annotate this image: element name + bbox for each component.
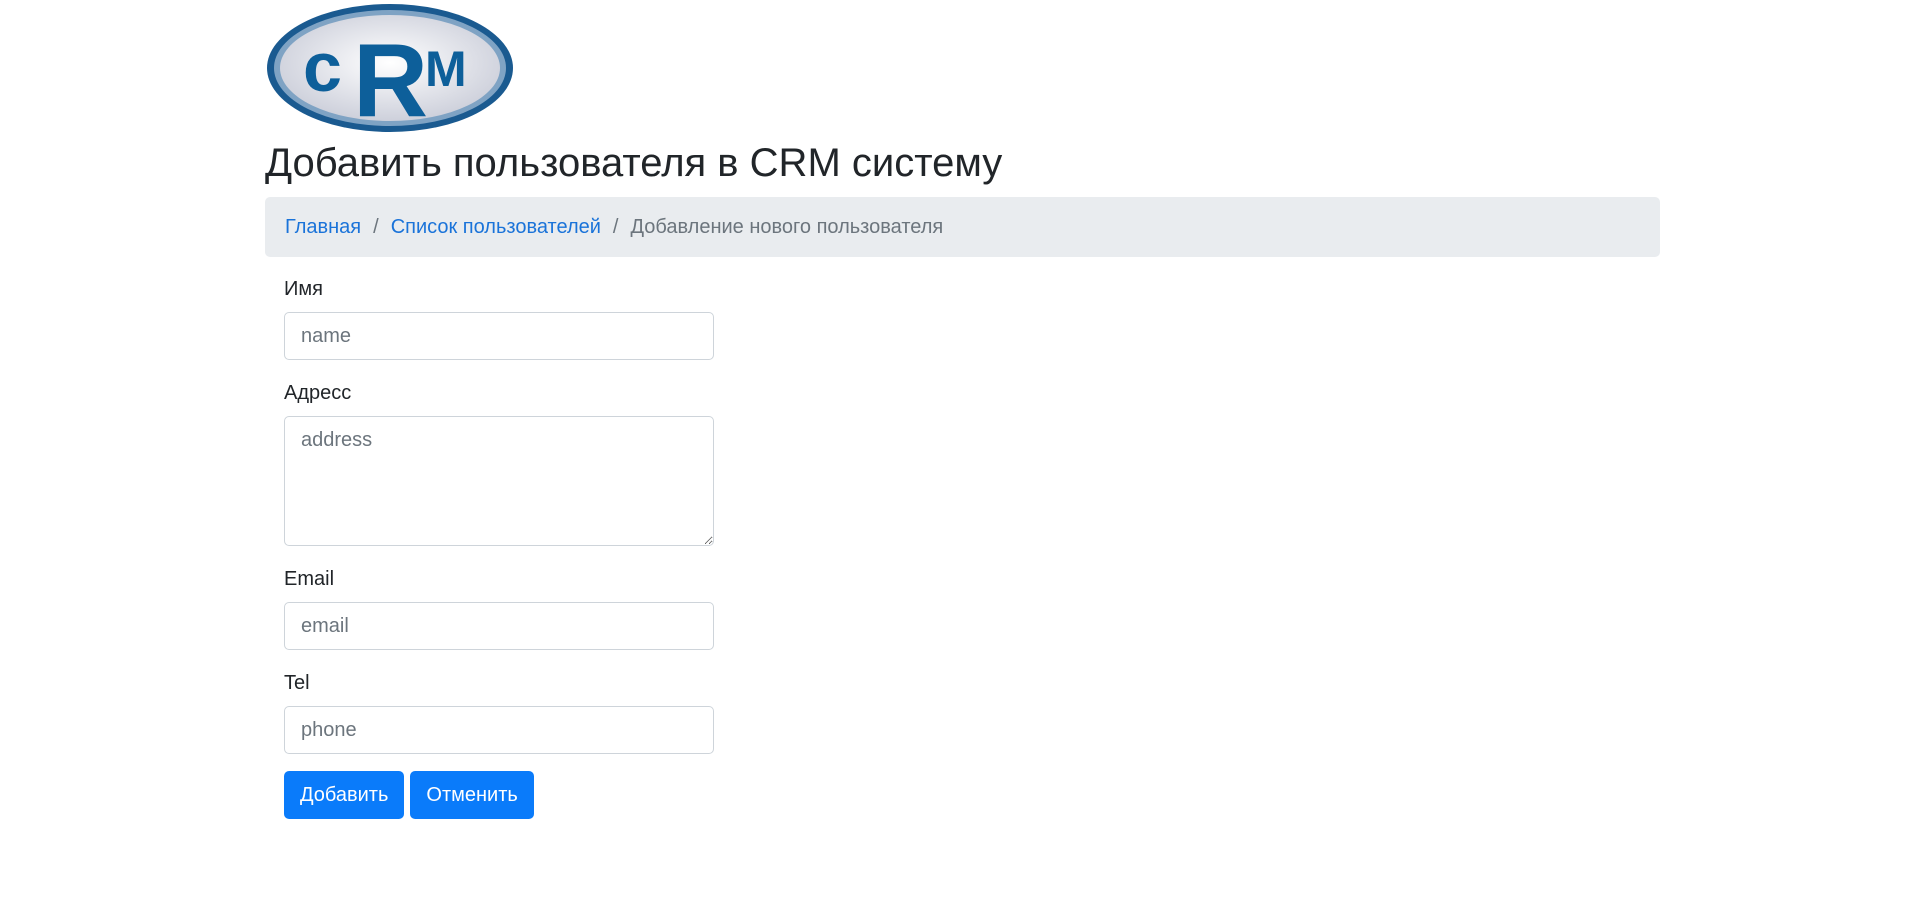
- svg-text:R: R: [353, 23, 428, 135]
- email-label: Email: [284, 568, 335, 590]
- page-container: c R M Добавить пользователя в CRM систем…: [265, 0, 1660, 819]
- svg-text:c: c: [303, 28, 342, 106]
- phone-input[interactable]: [284, 706, 714, 754]
- breadcrumb-users-link[interactable]: Список пользователей: [391, 216, 601, 239]
- breadcrumb-separator: /: [612, 215, 619, 238]
- tel-label: Tel: [284, 672, 310, 694]
- name-group: Имя: [284, 274, 714, 360]
- add-user-form: Имя Адресс Email Tel Добавить Отменить: [284, 274, 714, 819]
- add-button[interactable]: Добавить: [284, 771, 405, 819]
- breadcrumb-current: Добавление нового пользователя: [630, 215, 944, 238]
- address-textarea[interactable]: [284, 416, 714, 546]
- breadcrumb-separator: /: [373, 215, 379, 238]
- address-label: Адресс: [284, 382, 352, 404]
- page-title: Добавить пользователя в CRM систему: [265, 141, 1003, 185]
- email-input[interactable]: [284, 602, 714, 650]
- form-buttons: Добавить Отменить: [284, 771, 714, 819]
- cancel-button[interactable]: Отменить: [410, 771, 534, 819]
- email-group: Email: [284, 564, 714, 650]
- name-label: Имя: [284, 278, 323, 300]
- tel-group: Tel: [284, 668, 714, 754]
- breadcrumb: Главная / Список пользователей / Добавле…: [265, 197, 1660, 257]
- address-group: Адресс: [284, 378, 714, 546]
- name-input[interactable]: [284, 312, 714, 360]
- svg-text:M: M: [425, 41, 467, 97]
- breadcrumb-home-link[interactable]: Главная: [285, 216, 361, 239]
- crm-logo: c R M: [267, 4, 513, 135]
